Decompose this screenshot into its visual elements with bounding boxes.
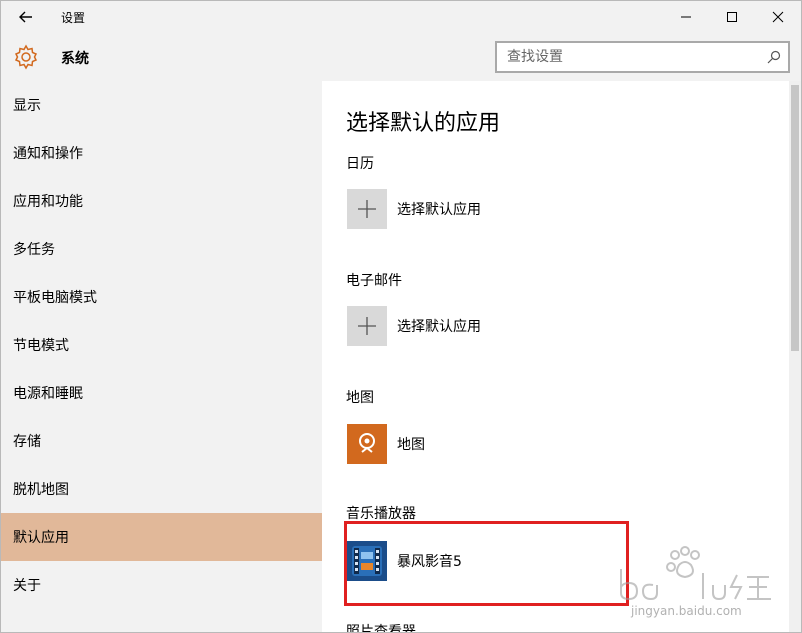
category-calendar: 日历 xyxy=(346,156,374,172)
sidebar-item-about[interactable]: 关于 xyxy=(1,561,322,609)
default-app-calendar-button[interactable]: 选择默认应用 xyxy=(347,189,481,229)
scrollbar[interactable] xyxy=(789,81,801,632)
category-email: 电子邮件 xyxy=(346,273,402,289)
window-title: 设置 xyxy=(61,11,86,25)
sidebar-item-label: 电源和睡眠 xyxy=(13,386,83,402)
sidebar-item-label: 显示 xyxy=(13,98,41,114)
close-button[interactable] xyxy=(755,1,801,33)
category-music-player: 音乐播放器 xyxy=(346,506,416,522)
plus-icon xyxy=(347,306,387,346)
sidebar-item-storage[interactable]: 存储 xyxy=(1,417,322,465)
settings-header: 系统 xyxy=(1,33,801,81)
scrollbar-thumb[interactable] xyxy=(791,85,799,351)
back-button[interactable] xyxy=(9,5,43,29)
minimize-button[interactable] xyxy=(663,1,709,33)
app-name: 暴风影音5 xyxy=(397,554,462,570)
sidebar-item-label: 节电模式 xyxy=(13,338,69,354)
main-content: 选择默认的应用 日历 选择默认应用 电子邮件 选择默认应用 地图 地图 音乐播放… xyxy=(322,81,789,633)
maximize-icon xyxy=(727,12,737,22)
default-app-music-button[interactable]: 暴风影音5 xyxy=(347,541,462,581)
page-title: 选择默认的应用 xyxy=(346,111,501,136)
settings-window: 设置 系统 显示 通知和操作 应用和功能 xyxy=(0,0,802,633)
sidebar-item-power-sleep[interactable]: 电源和睡眠 xyxy=(1,369,322,417)
sidebar-item-display[interactable]: 显示 xyxy=(1,81,322,129)
sidebar-item-default-apps[interactable]: 默认应用 xyxy=(1,513,322,561)
minimize-icon xyxy=(681,16,691,18)
sidebar-item-notifications[interactable]: 通知和操作 xyxy=(1,129,322,177)
sidebar-item-label: 通知和操作 xyxy=(13,146,83,162)
search-input[interactable] xyxy=(497,43,757,71)
default-app-maps-button[interactable]: 地图 xyxy=(347,424,425,464)
sidebar-item-tablet-mode[interactable]: 平板电脑模式 xyxy=(1,273,322,321)
sidebar: 显示 通知和操作 应用和功能 多任务 平板电脑模式 节电模式 电源和睡眠 存储 … xyxy=(1,81,322,632)
app-name: 选择默认应用 xyxy=(397,202,481,218)
sidebar-item-apps-features[interactable]: 应用和功能 xyxy=(1,177,322,225)
close-icon xyxy=(772,11,784,23)
title-bar: 设置 xyxy=(1,1,801,33)
sidebar-item-multitasking[interactable]: 多任务 xyxy=(1,225,322,273)
back-arrow-icon xyxy=(19,11,32,23)
sidebar-item-label: 默认应用 xyxy=(13,530,69,546)
app-name: 选择默认应用 xyxy=(397,319,481,335)
plus-icon xyxy=(347,189,387,229)
sidebar-item-battery-saver[interactable]: 节电模式 xyxy=(1,321,322,369)
sidebar-item-offline-maps[interactable]: 脱机地图 xyxy=(1,465,322,513)
gear-icon xyxy=(14,44,38,70)
sidebar-item-label: 应用和功能 xyxy=(13,194,83,210)
category-photo-viewer: 照片查看器 xyxy=(346,624,416,633)
maximize-button[interactable] xyxy=(709,1,755,33)
sidebar-item-label: 多任务 xyxy=(13,242,55,258)
sidebar-item-label: 存储 xyxy=(13,434,41,450)
search-box[interactable] xyxy=(495,41,790,73)
app-name: 地图 xyxy=(397,437,425,453)
default-app-email-button[interactable]: 选择默认应用 xyxy=(347,306,481,346)
search-icon[interactable] xyxy=(766,49,782,65)
sidebar-item-label: 平板电脑模式 xyxy=(13,290,97,306)
sidebar-item-label: 脱机地图 xyxy=(13,482,69,498)
sidebar-item-label: 关于 xyxy=(13,578,41,594)
baofeng-icon xyxy=(347,541,387,581)
section-title: 系统 xyxy=(61,51,89,67)
category-maps: 地图 xyxy=(346,390,374,406)
maps-icon xyxy=(347,424,387,464)
